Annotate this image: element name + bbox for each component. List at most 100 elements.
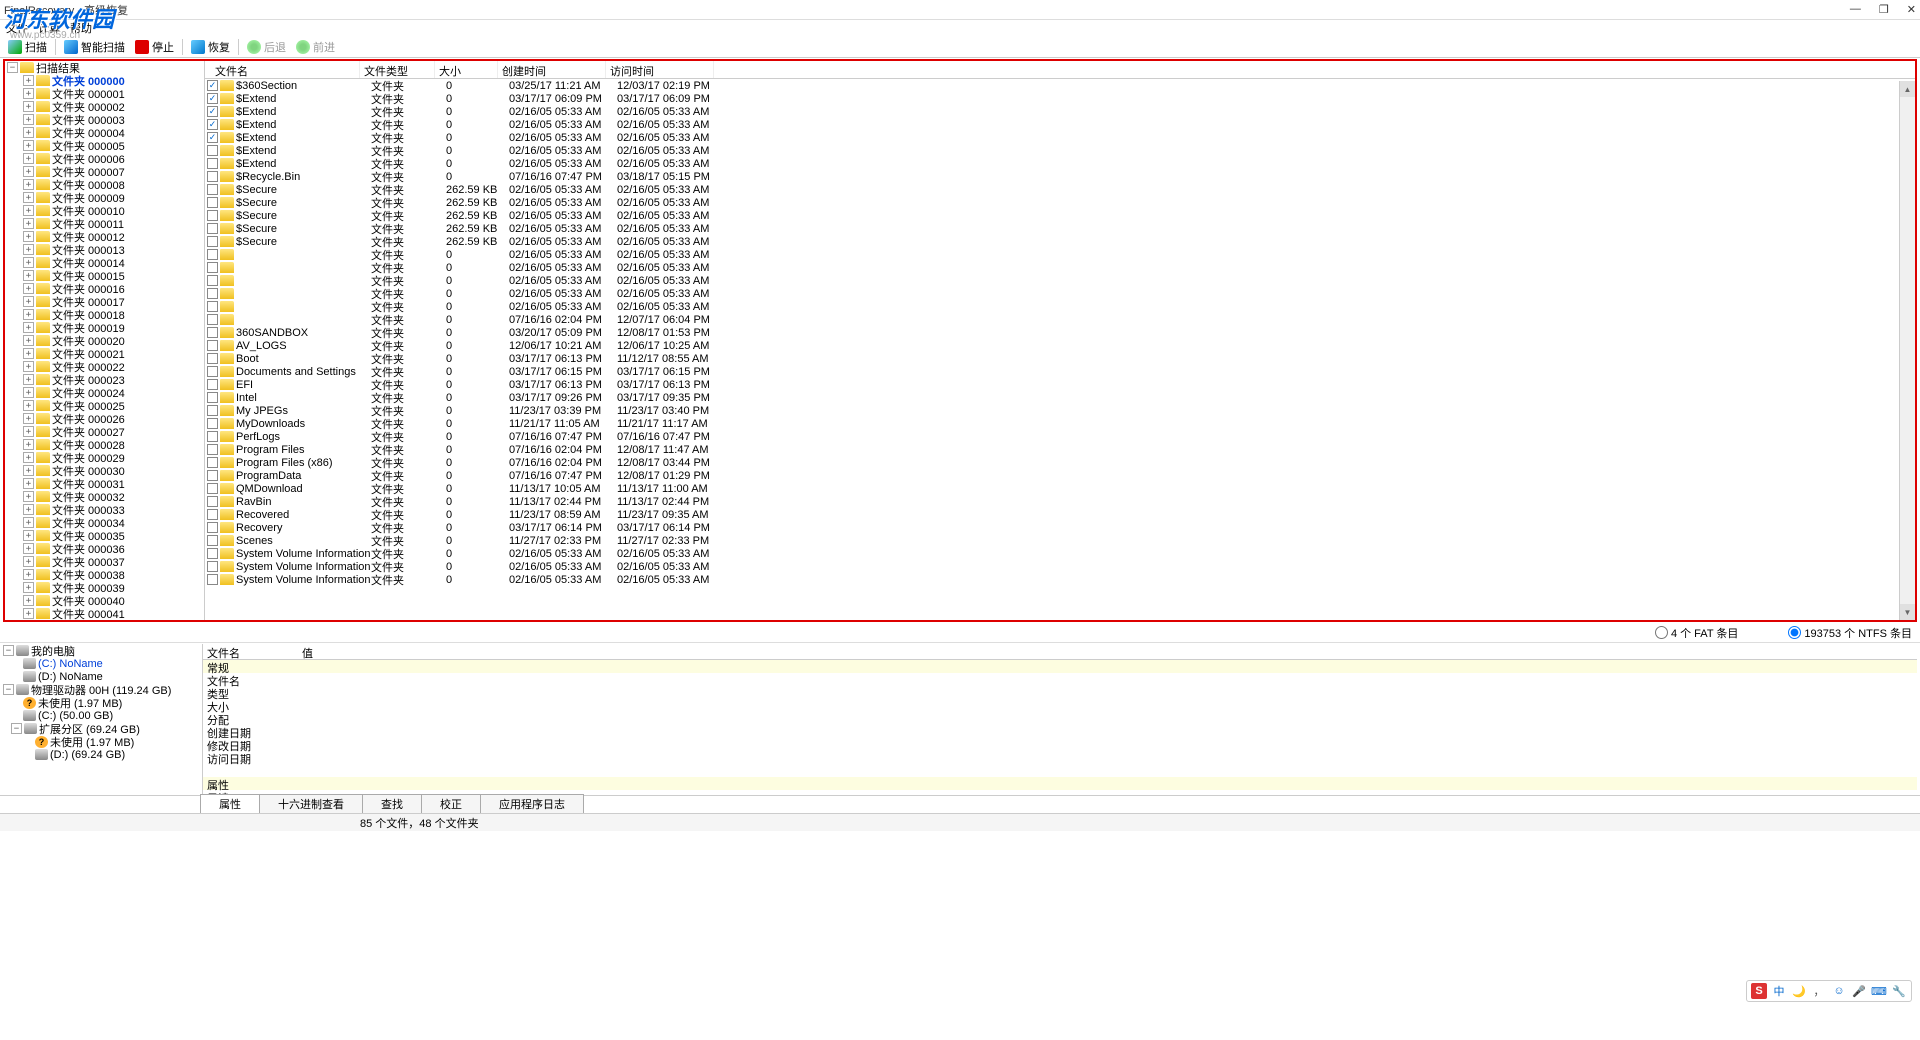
expand-icon[interactable]: + bbox=[23, 452, 34, 463]
file-checkbox[interactable] bbox=[207, 262, 218, 273]
file-checkbox[interactable] bbox=[207, 210, 218, 221]
file-checkbox[interactable] bbox=[207, 379, 218, 390]
expand-icon[interactable]: + bbox=[23, 530, 34, 541]
expand-icon[interactable]: + bbox=[23, 439, 34, 450]
ime-comma-icon[interactable]: ， bbox=[1811, 983, 1827, 999]
menu-file[interactable]: 文件 bbox=[6, 20, 28, 36]
file-checkbox[interactable] bbox=[207, 249, 218, 260]
file-checkbox[interactable] bbox=[207, 483, 218, 494]
minimize-button[interactable]: — bbox=[1850, 3, 1861, 16]
menu-help[interactable]: 帮助 bbox=[70, 20, 92, 36]
file-row[interactable]: Program Files (x86) 文件夹 0 07/16/16 02:04… bbox=[205, 456, 1915, 469]
file-checkbox[interactable] bbox=[207, 353, 218, 364]
stop-button[interactable]: 停止 bbox=[131, 38, 178, 56]
file-row[interactable]: PerfLogs 文件夹 0 07/16/16 07:47 PM 07/16/1… bbox=[205, 430, 1915, 443]
file-checkbox[interactable] bbox=[207, 444, 218, 455]
file-checkbox[interactable] bbox=[207, 327, 218, 338]
expand-icon[interactable]: + bbox=[23, 543, 34, 554]
file-checkbox[interactable] bbox=[207, 236, 218, 247]
file-row[interactable]: $Secure 文件夹 262.59 KB 02/16/05 05:33 AM … bbox=[205, 222, 1915, 235]
file-row[interactable]: AV_LOGS 文件夹 0 12/06/17 10:21 AM 12/06/17… bbox=[205, 339, 1915, 352]
file-row[interactable]: ✓ $Extend 文件夹 0 03/17/17 06:09 PM 03/17/… bbox=[205, 92, 1915, 105]
file-row[interactable]: System Volume Information 文件夹 0 02/16/05… bbox=[205, 547, 1915, 560]
file-row[interactable]: $Secure 文件夹 262.59 KB 02/16/05 05:33 AM … bbox=[205, 196, 1915, 209]
file-row[interactable]: 文件夹 0 02/16/05 05:33 AM 02/16/05 05:33 A… bbox=[205, 274, 1915, 287]
expand-icon[interactable]: + bbox=[23, 88, 34, 99]
file-checkbox[interactable] bbox=[207, 418, 218, 429]
file-row[interactable]: $Recycle.Bin 文件夹 0 07/16/16 07:47 PM 03/… bbox=[205, 170, 1915, 183]
expand-icon[interactable]: + bbox=[23, 179, 34, 190]
file-row[interactable]: RavBin 文件夹 0 11/13/17 02:44 PM 11/13/17 … bbox=[205, 495, 1915, 508]
file-row[interactable]: EFI 文件夹 0 03/17/17 06:13 PM 03/17/17 06:… bbox=[205, 378, 1915, 391]
file-list-body[interactable]: ✓ $360Section 文件夹 0 03/25/17 11:21 AM 12… bbox=[205, 79, 1915, 620]
expand-icon[interactable]: + bbox=[23, 75, 34, 86]
col-accessed[interactable]: 访问时间 bbox=[606, 61, 714, 78]
expand-icon[interactable]: + bbox=[23, 556, 34, 567]
file-checkbox[interactable]: ✓ bbox=[207, 106, 218, 117]
expand-icon[interactable]: + bbox=[23, 192, 34, 203]
expand-icon[interactable]: + bbox=[23, 465, 34, 476]
expand-icon[interactable]: + bbox=[23, 595, 34, 606]
folder-tree-pane[interactable]: −扫描结果+文件夹 000000+文件夹 000001+文件夹 000002+文… bbox=[5, 61, 205, 620]
file-row[interactable]: 文件夹 0 02/16/05 05:33 AM 02/16/05 05:33 A… bbox=[205, 300, 1915, 313]
file-row[interactable]: $Secure 文件夹 262.59 KB 02/16/05 05:33 AM … bbox=[205, 235, 1915, 248]
tab-2[interactable]: 查找 bbox=[362, 794, 422, 813]
tab-0[interactable]: 属性 bbox=[200, 794, 260, 813]
tab-4[interactable]: 应用程序日志 bbox=[480, 794, 584, 813]
expand-icon[interactable]: + bbox=[23, 569, 34, 580]
scroll-up-icon[interactable]: ▲ bbox=[1900, 81, 1915, 97]
ime-tool-icon[interactable]: 🔧 bbox=[1891, 983, 1907, 999]
ime-mic-icon[interactable]: 🎤 bbox=[1851, 983, 1867, 999]
scroll-down-icon[interactable]: ▼ bbox=[1900, 604, 1915, 620]
tab-1[interactable]: 十六进制查看 bbox=[259, 794, 363, 813]
radio-ntfs[interactable]: 193753 个 NTFS 条目 bbox=[1788, 625, 1912, 641]
file-checkbox[interactable] bbox=[207, 145, 218, 156]
file-row[interactable]: Intel 文件夹 0 03/17/17 09:26 PM 03/17/17 0… bbox=[205, 391, 1915, 404]
expand-icon[interactable]: + bbox=[23, 270, 34, 281]
disk-c[interactable]: (C:) NoName bbox=[3, 657, 202, 670]
file-checkbox[interactable] bbox=[207, 561, 218, 572]
tree-item[interactable]: +文件夹 000041 bbox=[5, 607, 204, 620]
file-checkbox[interactable] bbox=[207, 314, 218, 325]
file-checkbox[interactable] bbox=[207, 392, 218, 403]
file-row[interactable]: 文件夹 0 02/16/05 05:33 AM 02/16/05 05:33 A… bbox=[205, 287, 1915, 300]
disk-d69[interactable]: (D:) (69.24 GB) bbox=[3, 748, 202, 761]
expand-icon[interactable]: + bbox=[23, 231, 34, 242]
file-row[interactable]: System Volume Information 文件夹 0 02/16/05… bbox=[205, 573, 1915, 586]
file-checkbox[interactable] bbox=[207, 158, 218, 169]
file-row[interactable]: $Extend 文件夹 0 02/16/05 05:33 AM 02/16/05… bbox=[205, 157, 1915, 170]
file-row[interactable]: Boot 文件夹 0 03/17/17 06:13 PM 11/12/17 08… bbox=[205, 352, 1915, 365]
file-checkbox[interactable] bbox=[207, 366, 218, 377]
file-checkbox[interactable] bbox=[207, 223, 218, 234]
file-checkbox[interactable]: ✓ bbox=[207, 93, 218, 104]
file-row[interactable]: Documents and Settings 文件夹 0 03/17/17 06… bbox=[205, 365, 1915, 378]
file-checkbox[interactable]: ✓ bbox=[207, 132, 218, 143]
smart-scan-button[interactable]: 智能扫描 bbox=[60, 38, 129, 56]
file-row[interactable]: $Secure 文件夹 262.59 KB 02/16/05 05:33 AM … bbox=[205, 209, 1915, 222]
expand-icon[interactable]: + bbox=[23, 335, 34, 346]
file-checkbox[interactable] bbox=[207, 457, 218, 468]
expand-icon[interactable]: + bbox=[23, 101, 34, 112]
file-checkbox[interactable] bbox=[207, 184, 218, 195]
expand-icon[interactable]: + bbox=[23, 348, 34, 359]
maximize-button[interactable]: ❐ bbox=[1879, 3, 1889, 16]
file-scrollbar[interactable]: ▲ ▼ bbox=[1899, 81, 1915, 620]
file-row[interactable]: MyDownloads 文件夹 0 11/21/17 11:05 AM 11/2… bbox=[205, 417, 1915, 430]
menu-view[interactable]: 计算 bbox=[38, 20, 60, 36]
expand-icon[interactable]: + bbox=[23, 361, 34, 372]
expand-icon[interactable]: + bbox=[23, 244, 34, 255]
expand-icon[interactable]: + bbox=[23, 426, 34, 437]
scan-button[interactable]: 扫描 bbox=[4, 38, 51, 56]
col-created[interactable]: 创建时间 bbox=[498, 61, 606, 78]
ime-lang-icon[interactable]: 中 bbox=[1771, 983, 1787, 999]
expand-icon[interactable]: + bbox=[23, 283, 34, 294]
file-checkbox[interactable] bbox=[207, 171, 218, 182]
file-checkbox[interactable] bbox=[207, 496, 218, 507]
file-checkbox[interactable]: ✓ bbox=[207, 80, 218, 91]
expand-icon[interactable]: + bbox=[23, 478, 34, 489]
file-row[interactable]: ✓ $Extend 文件夹 0 02/16/05 05:33 AM 02/16/… bbox=[205, 105, 1915, 118]
file-checkbox[interactable] bbox=[207, 509, 218, 520]
col-filetype[interactable]: 文件类型 bbox=[360, 61, 435, 78]
file-row[interactable]: $Extend 文件夹 0 02/16/05 05:33 AM 02/16/05… bbox=[205, 144, 1915, 157]
file-row[interactable]: 文件夹 0 02/16/05 05:33 AM 02/16/05 05:33 A… bbox=[205, 248, 1915, 261]
